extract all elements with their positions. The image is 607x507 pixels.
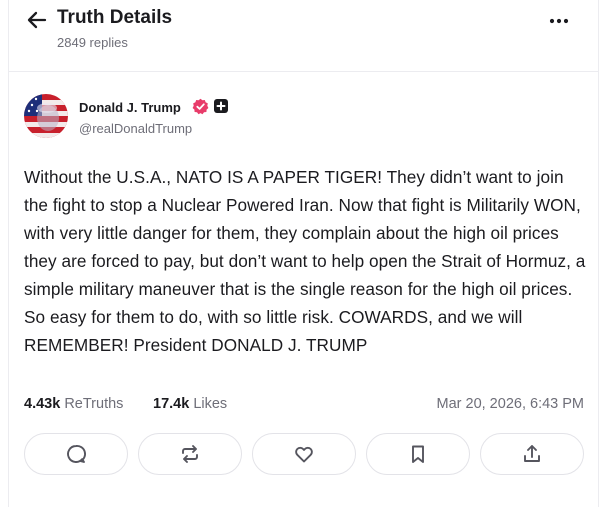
verified-badge-icon bbox=[192, 98, 209, 115]
share-button[interactable] bbox=[480, 433, 584, 475]
retruths-label: ReTruths bbox=[64, 396, 124, 412]
author-row: Donald J. Trump @realDonaldTrump bbox=[24, 94, 424, 138]
retruth-icon bbox=[179, 443, 201, 465]
replies-count: 2849 replies bbox=[57, 35, 128, 50]
retruth-button[interactable] bbox=[138, 433, 242, 475]
share-icon bbox=[521, 443, 543, 465]
more-horizontal-icon bbox=[549, 18, 569, 24]
page-title: Truth Details bbox=[57, 7, 173, 28]
retruths-count: 4.43k bbox=[24, 396, 61, 412]
reply-bubble-icon bbox=[65, 443, 87, 465]
likes-count: 17.4k bbox=[153, 396, 190, 412]
bookmark-icon bbox=[407, 443, 429, 465]
arrow-left-icon bbox=[27, 11, 47, 29]
retruths-stat[interactable]: 4.43k ReTruths bbox=[24, 396, 123, 412]
plus-badge-icon bbox=[214, 99, 228, 113]
more-options-button[interactable] bbox=[545, 10, 573, 32]
post-stats: 4.43k ReTruths 17.4k Likes Mar 20, 2026,… bbox=[24, 396, 584, 418]
header-divider bbox=[9, 71, 598, 72]
page-header: Truth Details 2849 replies bbox=[0, 0, 607, 72]
like-button[interactable] bbox=[252, 433, 356, 475]
likes-stat[interactable]: 17.4k Likes bbox=[153, 396, 227, 412]
avatar[interactable] bbox=[24, 94, 68, 138]
likes-label: Likes bbox=[193, 396, 228, 412]
author-name[interactable]: Donald J. Trump bbox=[79, 100, 181, 115]
author-handle[interactable]: @realDonaldTrump bbox=[79, 121, 192, 136]
bookmark-button[interactable] bbox=[366, 433, 470, 475]
reply-button[interactable] bbox=[24, 433, 128, 475]
back-button[interactable] bbox=[24, 8, 50, 32]
post-body: Without the U.S.A., NATO IS A PAPER TIGE… bbox=[24, 167, 586, 355]
post-timestamp: Mar 20, 2026, 6:43 PM bbox=[436, 396, 585, 412]
heart-icon bbox=[293, 443, 315, 465]
action-bar bbox=[24, 433, 585, 477]
